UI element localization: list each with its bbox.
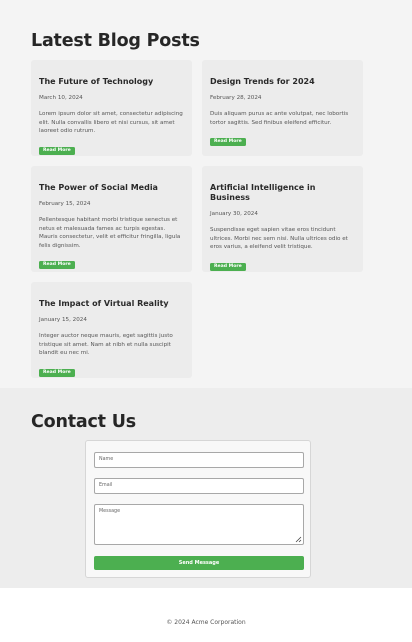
read-more-button[interactable]: Read More bbox=[39, 146, 75, 155]
footer-copyright: © 2024 Acme Corporation bbox=[166, 619, 246, 626]
message-placeholder: Message bbox=[99, 509, 121, 514]
message-field[interactable]: Message bbox=[94, 504, 304, 545]
blog-section-title: Latest Blog Posts bbox=[31, 31, 200, 51]
blog-card-excerpt: Suspendisse eget sapien vitae eros tinci… bbox=[210, 227, 348, 251]
blog-card: Artificial Intelligence in Business Janu… bbox=[202, 166, 363, 272]
blog-card-title: Design Trends for 2024 bbox=[210, 77, 315, 86]
blog-card-excerpt: Integer auctor neque mauris, eget sagitt… bbox=[39, 333, 173, 357]
contact-form: Name Email Message Send Message bbox=[85, 440, 311, 578]
blog-card-excerpt: Duis aliquam purus ac ante volutpat, nec… bbox=[210, 111, 349, 126]
email-field[interactable]: Email bbox=[94, 478, 304, 494]
blog-card: Design Trends for 2024 February 28, 2024… bbox=[202, 60, 363, 156]
read-more-button[interactable]: Read More bbox=[210, 262, 246, 271]
resize-handle-icon[interactable] bbox=[294, 535, 302, 543]
blog-card-title: The Future of Technology bbox=[39, 77, 154, 86]
send-message-button[interactable]: Send Message bbox=[94, 556, 304, 570]
contact-section: Contact Us Name Email Message Send Messa… bbox=[0, 388, 412, 588]
blog-card: The Impact of Virtual Reality January 15… bbox=[31, 282, 192, 378]
name-field[interactable]: Name bbox=[94, 452, 304, 468]
blog-card-excerpt: Pellentesque habitant morbi tristique se… bbox=[39, 217, 181, 249]
contact-section-title: Contact Us bbox=[31, 412, 136, 432]
footer: © 2024 Acme Corporation bbox=[0, 588, 412, 642]
blog-card-date: January 15, 2024 bbox=[39, 317, 87, 323]
blog-section: Latest Blog Posts The Future of Technolo… bbox=[0, 0, 412, 388]
blog-card-title: The Power of Social Media bbox=[39, 183, 158, 192]
blog-card-date: January 30, 2024 bbox=[210, 211, 258, 217]
blog-card-excerpt: Lorem ipsum dolor sit amet, consectetur … bbox=[39, 111, 183, 135]
blog-card-date: February 15, 2024 bbox=[39, 201, 91, 207]
read-more-button[interactable]: Read More bbox=[210, 138, 246, 147]
read-more-button[interactable]: Read More bbox=[39, 261, 75, 270]
read-more-button[interactable]: Read More bbox=[39, 368, 75, 377]
blog-card: The Power of Social Media February 15, 2… bbox=[31, 166, 192, 272]
blog-card: The Future of Technology March 10, 2024 … bbox=[31, 60, 192, 156]
blog-card-title: Artificial Intelligence in Business bbox=[210, 183, 316, 202]
blog-card-title: The Impact of Virtual Reality bbox=[39, 299, 169, 308]
blog-card-date: March 10, 2024 bbox=[39, 95, 83, 101]
blog-card-date: February 28, 2024 bbox=[210, 95, 262, 101]
